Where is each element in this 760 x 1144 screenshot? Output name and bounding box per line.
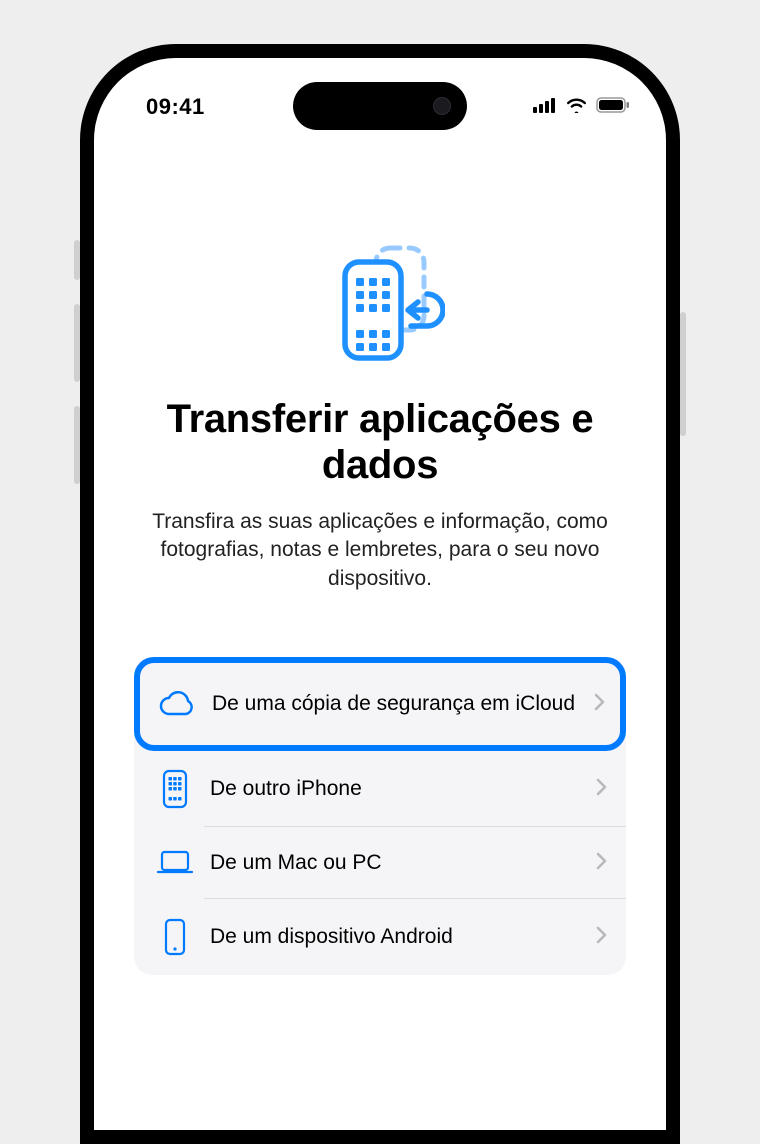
option-label: De uma cópia de segurança em iCloud [200, 691, 594, 717]
phone-side-button-right [680, 312, 686, 436]
chevron-right-icon [594, 693, 606, 716]
option-label: De outro iPhone [198, 776, 596, 802]
option-label: De um dispositivo Android [198, 924, 596, 950]
option-mac-pc[interactable]: De um Mac ou PC [134, 827, 626, 899]
dynamic-island [293, 82, 467, 130]
option-label: De um Mac ou PC [198, 850, 596, 876]
page-subtitle: Transfira as suas aplicações e informaçã… [134, 508, 626, 593]
options-list: De uma cópia de segurança em iCloud [134, 657, 626, 975]
option-other-iphone[interactable]: De outro iPhone [134, 751, 626, 827]
iphone-grid-icon [152, 769, 198, 809]
status-time: 09:41 [146, 94, 205, 120]
status-icons [533, 97, 630, 118]
chevron-right-icon [596, 778, 608, 801]
phone-frame: 09:41 [80, 44, 680, 1144]
content-area: Transferir aplicações e dados Transfira … [94, 58, 666, 975]
battery-icon [596, 97, 630, 118]
chevron-right-icon [596, 852, 608, 875]
cloud-icon [154, 691, 200, 717]
phone-screen: 09:41 [94, 58, 666, 1130]
android-phone-icon [152, 917, 198, 957]
cellular-signal-icon [533, 97, 557, 118]
transfer-hero-icon [134, 238, 626, 368]
option-icloud-backup[interactable]: De uma cópia de segurança em iCloud [134, 657, 626, 751]
wifi-icon [565, 97, 588, 118]
chevron-right-icon [596, 926, 608, 949]
page-title: Transferir aplicações e dados [134, 396, 626, 488]
option-android[interactable]: De um dispositivo Android [134, 899, 626, 975]
front-camera-icon [433, 97, 451, 115]
laptop-icon [152, 849, 198, 877]
